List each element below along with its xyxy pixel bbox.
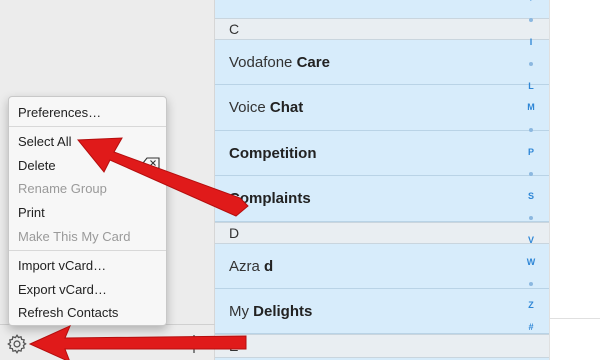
contact-last-name: Complaints — [229, 190, 311, 207]
menu-item-rename-group: Rename Group — [18, 181, 107, 196]
menu-separator — [9, 250, 166, 251]
section-header: C — [215, 18, 549, 40]
index-dot — [529, 282, 533, 286]
contact-first-name: Azra — [229, 257, 260, 275]
sidebar-toolbar — [0, 324, 215, 360]
contact-last-name: Chat — [269, 99, 304, 116]
section-letter: C — [229, 21, 240, 37]
plus-icon[interactable] — [183, 333, 205, 355]
index-dot — [529, 172, 533, 176]
menu-item-print[interactable]: Print — [18, 205, 45, 220]
menu-item-refresh-contacts[interactable]: Refresh Contacts — [18, 305, 118, 320]
menu-item-import-vcard[interactable]: Import vCard… — [18, 258, 106, 273]
contact-first-name: Voice — [229, 99, 266, 116]
action-menu: Preferences… Select All Delete Rename Gr… — [8, 96, 167, 326]
detail-pane — [549, 0, 600, 360]
contact-last-name: Delights — [253, 302, 313, 320]
delete-key-icon — [142, 157, 160, 169]
contact-list: C Vodafone Care Voice Chat Competition C… — [215, 0, 549, 360]
index-letter[interactable]: S — [517, 191, 545, 201]
section-header: D — [215, 222, 549, 244]
contact-row[interactable]: Azra d — [215, 244, 549, 289]
menu-item-select-all[interactable]: Select All — [18, 134, 71, 149]
menu-item-preferences[interactable]: Preferences… — [18, 105, 101, 120]
index-dot — [529, 216, 533, 220]
contact-first-name: Vodafone — [229, 53, 293, 71]
index-letter[interactable]: # — [517, 322, 545, 332]
divider — [550, 318, 600, 319]
index-letter[interactable]: I — [517, 37, 545, 47]
contact-row[interactable]: Complaints — [215, 176, 549, 222]
section-header: E — [215, 334, 549, 358]
index-dot — [529, 18, 533, 22]
contact-last-name: d — [264, 257, 274, 275]
menu-item-export-vcard[interactable]: Export vCard… — [18, 282, 107, 297]
alphabet-index[interactable]: · I L M P S V W Z # — [517, 0, 545, 345]
menu-separator — [9, 126, 166, 127]
menu-item-delete[interactable]: Delete — [18, 158, 56, 173]
section-letter: E — [229, 338, 239, 354]
index-dot — [529, 62, 533, 66]
index-letter[interactable]: W — [517, 257, 545, 267]
index-letter[interactable]: L — [517, 81, 545, 91]
index-letter[interactable]: M — [517, 102, 545, 112]
index-letter[interactable]: Z — [517, 300, 545, 310]
index-letter[interactable]: · — [517, 0, 545, 5]
contact-row[interactable]: Vodafone Care — [215, 40, 549, 85]
index-dot — [529, 128, 533, 132]
index-letter[interactable]: P — [517, 147, 545, 157]
contact-row[interactable]: My Delights — [215, 289, 549, 334]
section-letter: D — [229, 225, 240, 241]
contact-row[interactable]: Voice Chat — [215, 85, 549, 131]
contact-row[interactable] — [215, 0, 549, 19]
gear-icon[interactable] — [6, 333, 28, 355]
index-letter[interactable]: V — [517, 235, 545, 245]
contact-row[interactable]: Competition — [215, 131, 549, 176]
contact-last-name: Care — [296, 53, 330, 71]
contact-first-name: My — [229, 302, 249, 320]
contact-last-name: Competition — [229, 144, 317, 162]
menu-item-make-this-my-card: Make This My Card — [18, 229, 131, 244]
